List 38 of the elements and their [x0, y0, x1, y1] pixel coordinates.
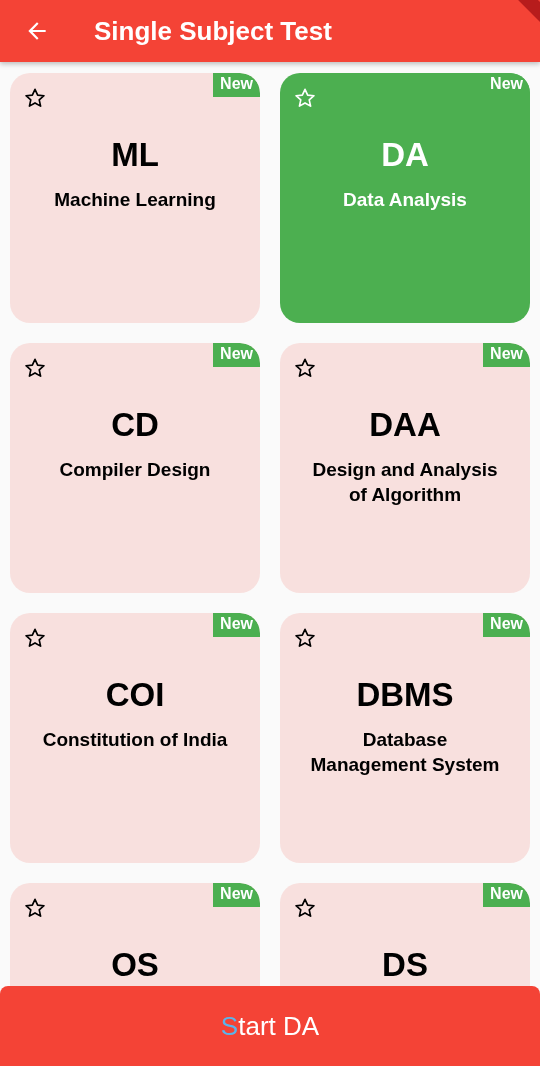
app-bar-title: Single Subject Test	[94, 15, 332, 47]
subject-name: Database Management System	[309, 728, 501, 778]
subject-abbreviation: DBMS	[356, 675, 454, 716]
star-icon[interactable]	[24, 897, 46, 920]
star-icon[interactable]	[294, 357, 316, 380]
star-icon[interactable]	[294, 897, 316, 920]
subject-name: Machine Learning	[53, 188, 217, 213]
new-badge: New	[213, 613, 260, 638]
new-badge: New	[483, 883, 530, 908]
star-icon[interactable]	[24, 87, 46, 110]
subject-abbreviation: OS	[111, 945, 159, 986]
subject-abbreviation: DA	[381, 135, 429, 176]
subject-card[interactable]: New COI Constitution of India	[10, 613, 260, 864]
subject-abbreviation: COI	[105, 675, 165, 716]
star-icon[interactable]	[294, 627, 316, 650]
subject-card[interactable]: New DS	[280, 883, 530, 986]
star-icon[interactable]	[24, 357, 46, 380]
subject-name: Data Analysis	[342, 188, 468, 213]
start-button[interactable]: Start DA	[0, 986, 540, 1066]
new-badge: New	[483, 343, 530, 368]
star-icon[interactable]	[294, 87, 316, 110]
subject-abbreviation: ML	[111, 135, 159, 176]
new-badge: New	[213, 883, 260, 908]
new-badge: New	[213, 73, 260, 98]
subject-card[interactable]: New CD Compiler Design	[10, 343, 260, 594]
subject-name: Compiler Design	[58, 458, 212, 483]
subject-abbreviation: DAA	[369, 405, 441, 446]
subject-abbreviation: DS	[382, 945, 428, 986]
subject-card[interactable]: New DAA Design and Analysis of Algorithm	[280, 343, 530, 594]
subject-name: Constitution of India	[41, 728, 229, 753]
new-badge: New	[483, 613, 530, 638]
subject-abbreviation: CD	[111, 405, 159, 446]
subject-card[interactable]: New OS	[10, 883, 260, 986]
subject-name: Design and Analysis of Algorithm	[311, 458, 499, 508]
star-icon[interactable]	[24, 627, 46, 650]
subject-card[interactable]: New ML Machine Learning	[10, 73, 260, 324]
new-badge: New	[213, 343, 260, 368]
subject-card[interactable]: New DBMS Database Management System	[280, 613, 530, 864]
